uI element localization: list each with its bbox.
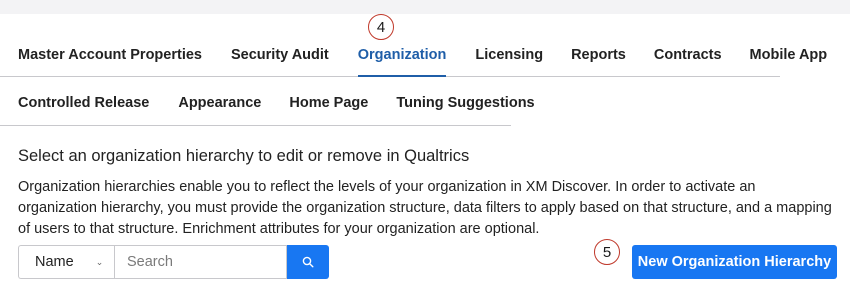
tab-tuning-suggestions[interactable]: Tuning Suggestions [396, 81, 534, 125]
tabs-row-primary: Master Account Properties Security Audit… [0, 34, 827, 77]
search-input[interactable] [114, 245, 287, 279]
chevron-down-icon: ⌄ [95, 256, 104, 267]
section-heading: Select an organization hierarchy to edit… [18, 147, 470, 165]
tab-home-page[interactable]: Home Page [289, 81, 368, 125]
tab-controlled-release[interactable]: Controlled Release [18, 81, 149, 125]
tab-licensing[interactable]: Licensing [475, 34, 543, 76]
search-filter-label: Name [35, 254, 74, 270]
callout-badge-4: 4 [368, 14, 394, 40]
tab-organization[interactable]: Organization [357, 34, 446, 77]
new-organization-hierarchy-button[interactable]: New Organization Hierarchy [632, 245, 837, 279]
section-description: Organization hierarchies enable you to r… [18, 179, 832, 237]
callout-badge-5: 5 [594, 239, 620, 265]
tabs-row-secondary: Controlled Release Appearance Home Page … [0, 81, 535, 126]
tab-appearance[interactable]: Appearance [178, 81, 261, 125]
search-group: Name ⌄ [18, 245, 329, 279]
tab-master-account-properties[interactable]: Master Account Properties [18, 34, 202, 76]
search-filter-dropdown[interactable]: Name ⌄ [18, 245, 114, 279]
search-button[interactable] [287, 245, 329, 279]
tab-contracts[interactable]: Contracts [654, 34, 722, 76]
search-icon [302, 256, 314, 268]
tab-mobile-app[interactable]: Mobile App [750, 34, 828, 76]
tab-reports[interactable]: Reports [571, 34, 626, 76]
top-bar [0, 0, 850, 14]
tab-security-audit[interactable]: Security Audit [231, 34, 329, 76]
